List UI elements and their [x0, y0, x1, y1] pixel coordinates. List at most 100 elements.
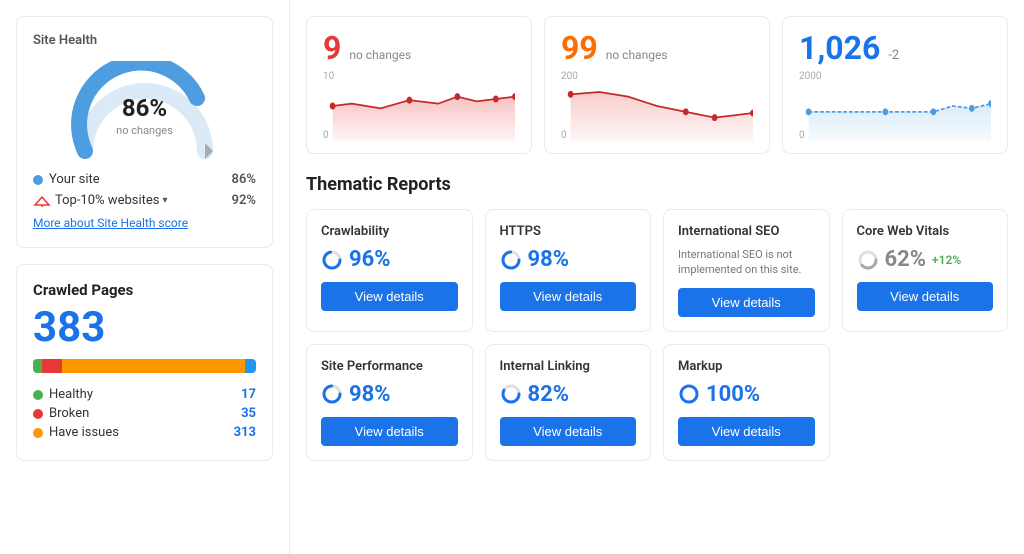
report-perf-score: 98% [349, 382, 391, 407]
reports-grid: Crawlability 96% View details HTTPS [306, 209, 1008, 461]
report-linking-score: 82% [528, 382, 570, 407]
stat-broken: Broken 35 [33, 406, 256, 421]
report-crawlability-name: Crawlability [321, 224, 458, 239]
report-https-score: 98% [528, 247, 570, 272]
report-cwv-score: 62% [885, 247, 927, 272]
dot-broken [33, 409, 43, 419]
chart-max-warnings: 200 [561, 71, 578, 82]
metric-pages-delta: -2 [888, 48, 899, 63]
report-intl-seo-note: International SEO is not implemented on … [678, 247, 815, 278]
bar-issues [62, 359, 245, 373]
report-internal-linking: Internal Linking 82% View details [485, 344, 652, 461]
gauge-center-text: 86% no changes [116, 94, 173, 138]
mini-chart-warnings: 200 0 [561, 71, 753, 141]
report-international-seo: International SEO International SEO is n… [663, 209, 830, 332]
val-healthy: 17 [241, 387, 256, 402]
crawled-pages-total: 383 [33, 307, 256, 349]
report-perf-name: Site Performance [321, 359, 458, 374]
report-crawlability-score-row: 96% [321, 247, 458, 272]
crawled-bar [33, 359, 256, 373]
top10-label: Top-10% websites ▾ [33, 193, 168, 208]
your-site-label: Your site [33, 172, 100, 187]
chart-svg-warnings [561, 71, 753, 141]
crawled-pages-card: Crawled Pages 383 Healthy 17 Broken [16, 264, 273, 461]
metrics-row: 9 no changes 10 0 [306, 16, 1008, 154]
main-content: 9 no changes 10 0 [290, 0, 1024, 554]
dot-healthy [33, 390, 43, 400]
metric-warnings-number: 99 [561, 29, 598, 67]
metric-errors-label: no changes [349, 48, 411, 62]
report-site-performance: Site Performance 98% View details [306, 344, 473, 461]
dot-issues [33, 428, 43, 438]
donut-linking [500, 383, 522, 405]
bar-healthy [33, 359, 42, 373]
bar-other [245, 359, 256, 373]
top10-chevron[interactable]: ▾ [162, 195, 167, 206]
report-https-score-row: 98% [500, 247, 637, 272]
report-crawlability: Crawlability 96% View details [306, 209, 473, 332]
your-site-legend: Your site 86% [33, 172, 256, 187]
report-markup: Markup 100% View details [663, 344, 830, 461]
more-about-score-link[interactable]: More about Site Health score [33, 216, 188, 230]
mini-chart-pages: 2000 0 [799, 71, 991, 141]
label-healthy: Healthy [49, 387, 93, 402]
label-issues: Have issues [49, 425, 119, 440]
top10-icon [33, 195, 51, 207]
report-linking-name: Internal Linking [500, 359, 637, 374]
top10-value: 92% [232, 193, 256, 208]
chart-max-pages: 2000 [799, 71, 821, 82]
chart-max-errors: 10 [323, 71, 334, 82]
label-broken: Broken [49, 406, 89, 421]
report-core-web-vitals: Core Web Vitals 62% +12% View details [842, 209, 1009, 332]
report-cwv-score-row: 62% +12% [857, 247, 994, 272]
report-crawlability-score: 96% [349, 247, 391, 272]
your-site-dot [33, 175, 43, 185]
bar-broken [42, 359, 62, 373]
metric-errors: 9 no changes 10 0 [306, 16, 532, 154]
metric-pages-number: 1,026 [799, 29, 880, 67]
view-details-linking[interactable]: View details [500, 417, 637, 446]
donut-https [500, 249, 522, 271]
report-cwv-name: Core Web Vitals [857, 224, 994, 239]
report-markup-score: 100% [706, 382, 760, 407]
donut-perf [321, 383, 343, 405]
sidebar: Site Health 86% no changes [0, 0, 290, 554]
view-details-cwv[interactable]: View details [857, 282, 994, 311]
site-health-card: Site Health 86% no changes [16, 16, 273, 248]
metric-pages: 1,026 -2 2000 0 [782, 16, 1008, 154]
view-details-intl-seo[interactable]: View details [678, 288, 815, 317]
donut-crawlability [321, 249, 343, 271]
metric-warnings-label: no changes [606, 48, 668, 62]
stat-healthy: Healthy 17 [33, 387, 256, 402]
thematic-reports-title: Thematic Reports [306, 174, 1008, 195]
metric-warnings: 99 no changes 200 0 [544, 16, 770, 154]
gauge-container: 86% no changes [33, 56, 256, 166]
site-health-title: Site Health [33, 33, 256, 48]
view-details-https[interactable]: View details [500, 282, 637, 311]
donut-cwv [857, 249, 879, 271]
view-details-markup[interactable]: View details [678, 417, 815, 446]
report-cwv-delta: +12% [932, 253, 961, 267]
donut-markup [678, 383, 700, 405]
metric-errors-number: 9 [323, 29, 341, 67]
report-https-name: HTTPS [500, 224, 637, 239]
view-details-perf[interactable]: View details [321, 417, 458, 446]
report-linking-score-row: 82% [500, 382, 637, 407]
chart-svg-errors [323, 71, 515, 141]
top10-legend: Top-10% websites ▾ 92% [33, 193, 256, 208]
report-perf-score-row: 98% [321, 382, 458, 407]
stat-issues: Have issues 313 [33, 425, 256, 440]
val-broken: 35 [241, 406, 256, 421]
chart-min-pages: 0 [799, 130, 805, 141]
chart-min-warnings: 0 [561, 130, 567, 141]
gauge-no-changes: no changes [116, 124, 173, 137]
crawled-pages-title: Crawled Pages [33, 281, 256, 299]
report-markup-name: Markup [678, 359, 815, 374]
val-issues: 313 [234, 425, 256, 440]
your-site-value: 86% [232, 172, 256, 187]
view-details-crawlability[interactable]: View details [321, 282, 458, 311]
chart-min-errors: 0 [323, 130, 329, 141]
report-intl-seo-name: International SEO [678, 224, 815, 239]
report-markup-score-row: 100% [678, 382, 815, 407]
gauge-percent: 86% [116, 94, 173, 122]
